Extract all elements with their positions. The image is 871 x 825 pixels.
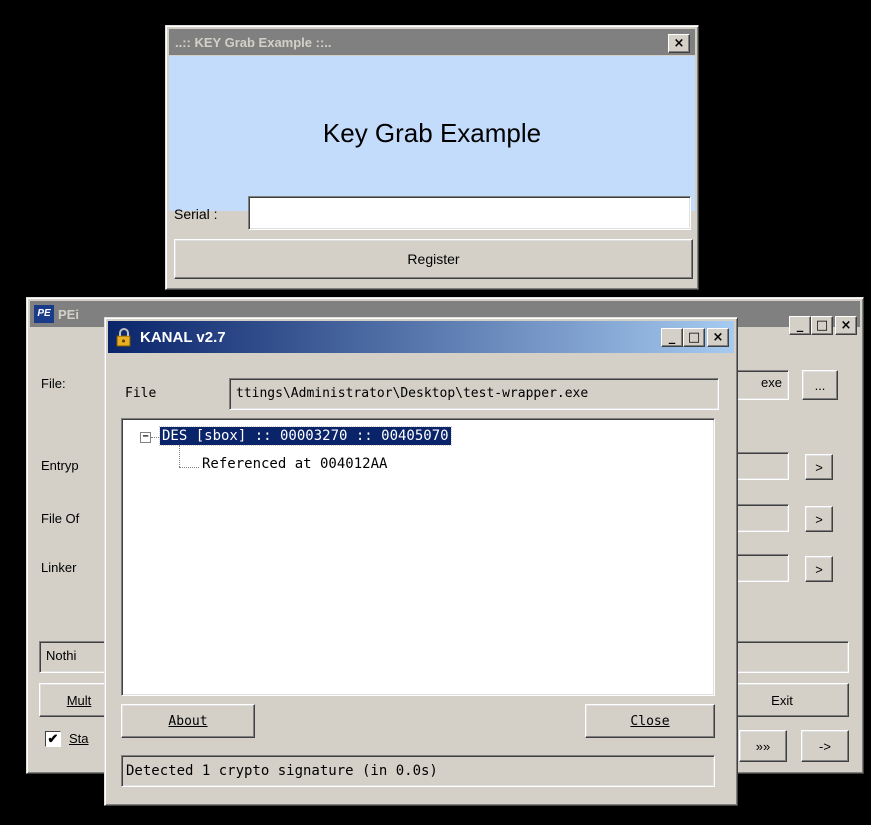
kanal-close-dialog-button[interactable]: Close xyxy=(585,704,715,738)
keygrab-title: ..:: KEY Grab Example ::.. xyxy=(175,34,332,50)
arrow-go-icon: -> xyxy=(819,738,831,754)
peid-next-button[interactable]: »» xyxy=(739,730,787,762)
serial-label: Serial : xyxy=(174,206,218,222)
peid-go-button[interactable]: -> xyxy=(801,730,849,762)
serial-input[interactable] xyxy=(248,196,691,230)
peid-minimize-button[interactable]: _ xyxy=(789,316,811,335)
close-icon: × xyxy=(712,330,724,345)
peid-close-button[interactable]: × xyxy=(835,316,857,335)
peid-logo-icon: PE xyxy=(34,305,54,323)
maximize-icon: □ xyxy=(815,318,829,333)
peid-stay-label: Sta xyxy=(69,731,89,746)
peid-stay-on-top-checkbox[interactable]: ✔ xyxy=(45,731,61,747)
kanal-lock-icon xyxy=(114,327,134,347)
tree-vertical-line xyxy=(179,445,180,467)
tree-expander-box[interactable]: − xyxy=(140,432,151,443)
collapse-icon: − xyxy=(142,431,149,442)
keygrab-titlebar[interactable]: ..:: KEY Grab Example ::.. xyxy=(169,29,695,55)
register-button-label: Register xyxy=(407,251,460,267)
minimize-icon: _ xyxy=(796,318,804,333)
peid-entrypoint-label: Entryp xyxy=(41,458,79,473)
peid-exit-label: Exit xyxy=(771,692,793,708)
checkmark-icon: ✔ xyxy=(47,731,59,746)
double-chevron-icon: »» xyxy=(755,738,771,754)
peid-fileoffset-label: File Of xyxy=(41,511,80,526)
peid-multi-label: Mult xyxy=(66,692,92,708)
peid-maximize-button[interactable]: □ xyxy=(811,316,833,335)
kanal-maximize-button[interactable]: □ xyxy=(683,328,705,347)
peid-file-value: exe xyxy=(761,375,782,390)
kanal-file-path-field[interactable]: ttings\Administrator\Desktop\test-wrappe… xyxy=(229,378,719,410)
kanal-close-button[interactable]: × xyxy=(707,328,729,347)
peid-status-text: Nothi xyxy=(46,648,77,663)
kanal-status-text: Detected 1 crypto signature (in 0.0s) xyxy=(126,763,438,779)
close-icon: × xyxy=(840,318,852,333)
tree-root-node[interactable]: DES [sbox] :: 00003270 :: 00405070 xyxy=(159,426,452,446)
tree-connector-line xyxy=(151,437,159,438)
maximize-icon: □ xyxy=(687,330,701,345)
kanal-file-label: File xyxy=(125,386,157,401)
minimize-icon: _ xyxy=(668,330,676,345)
peid-file-label: File: xyxy=(41,376,66,391)
peid-linker-button[interactable]: > xyxy=(805,556,833,582)
kanal-title: KANAL v2.7 xyxy=(140,328,226,346)
peid-fileoffset-button[interactable]: > xyxy=(805,506,833,532)
arrow-right-icon: > xyxy=(815,459,823,475)
kanal-results-tree[interactable]: − DES [sbox] :: 00003270 :: 00405070 Ref… xyxy=(121,418,715,696)
kanal-minimize-button[interactable]: _ xyxy=(661,328,683,347)
keygrab-heading: Key Grab Example xyxy=(322,118,542,148)
register-button[interactable]: Register xyxy=(174,239,693,279)
peid-title: PEi xyxy=(58,306,79,322)
close-icon: × xyxy=(673,36,685,51)
kanal-window: KANAL v2.7 _ □ × File ttings\Administrat… xyxy=(104,317,738,806)
kanal-status-bar: Detected 1 crypto signature (in 0.0s) xyxy=(121,755,715,787)
kanal-about-button[interactable]: About xyxy=(121,704,255,738)
peid-linker-label: Linker xyxy=(41,560,77,575)
arrow-right-icon: > xyxy=(815,511,823,527)
keygrab-header-panel: Key Grab Example xyxy=(169,56,695,211)
ellipsis-icon: ... xyxy=(814,377,826,393)
kanal-about-label: About xyxy=(168,713,208,729)
keygrab-window: ..:: KEY Grab Example ::.. × Key Grab Ex… xyxy=(165,25,699,290)
arrow-right-icon: > xyxy=(815,561,823,577)
keygrab-close-button[interactable]: × xyxy=(668,34,690,53)
tree-child-line xyxy=(179,467,199,468)
kanal-file-path: ttings\Administrator\Desktop\test-wrappe… xyxy=(236,386,589,401)
kanal-titlebar[interactable]: KANAL v2.7 xyxy=(108,321,734,353)
peid-entrypoint-button[interactable]: > xyxy=(805,454,833,480)
tree-child-node[interactable]: Referenced at 004012AA xyxy=(202,456,387,472)
peid-browse-button[interactable]: ... xyxy=(802,370,838,400)
kanal-close-label: Close xyxy=(630,713,670,729)
